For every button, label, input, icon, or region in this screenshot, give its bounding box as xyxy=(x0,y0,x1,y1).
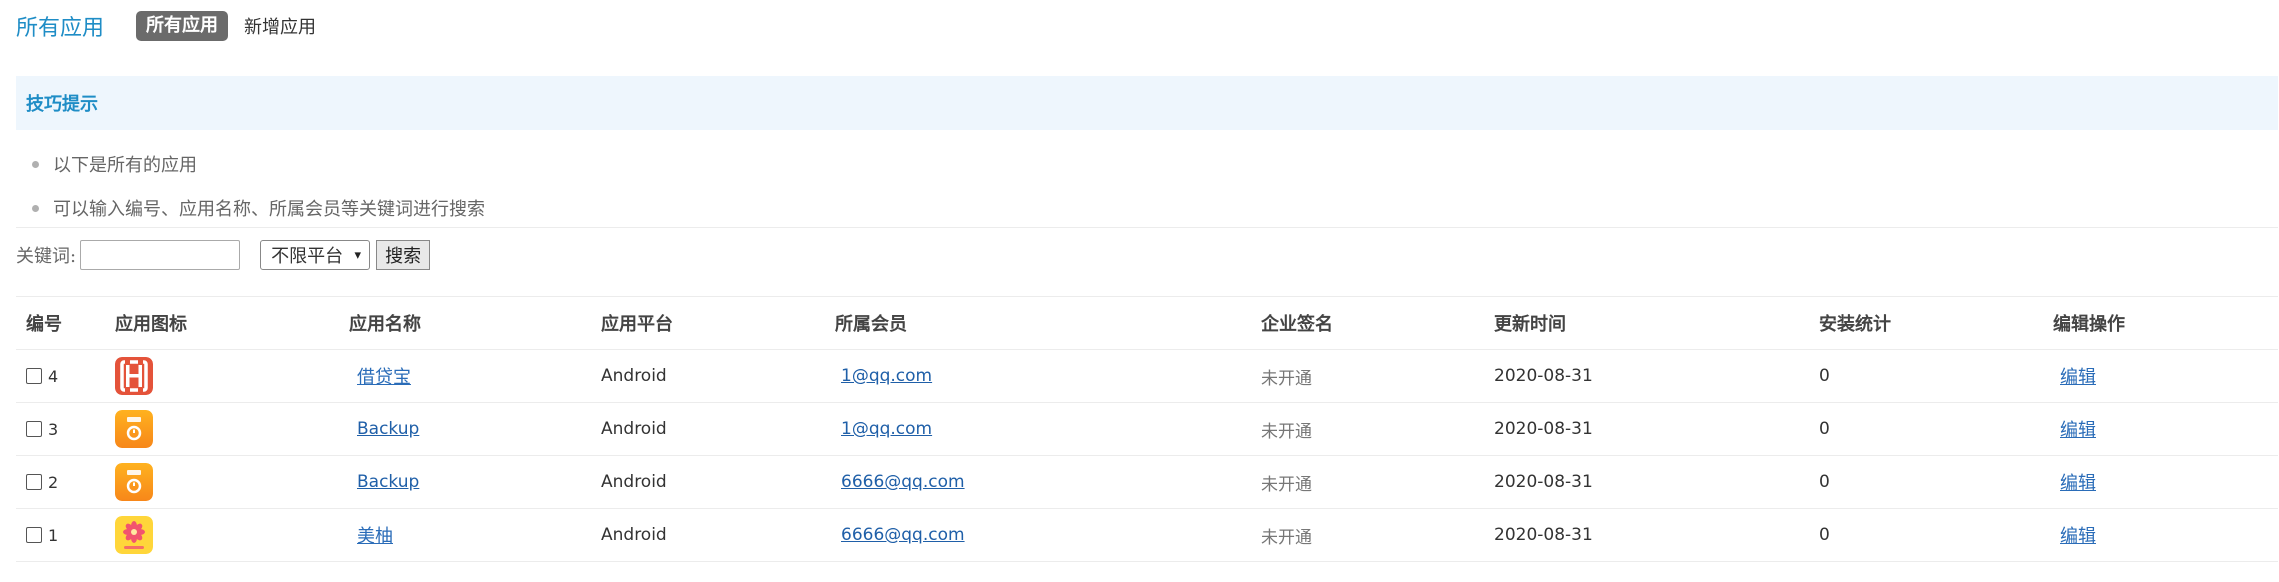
app-name-link[interactable]: Backup xyxy=(357,456,419,508)
app-name-link[interactable]: Backup xyxy=(357,403,419,455)
meiyou-icon xyxy=(115,516,153,554)
edit-link[interactable]: 编辑 xyxy=(2060,403,2096,455)
app-name-link[interactable]: 美柚 xyxy=(357,509,393,561)
tip-text: 可以输入编号、应用名称、所属会员等关键词进行搜索 xyxy=(53,199,485,220)
member-link[interactable]: 6666@qq.com xyxy=(841,456,965,508)
jiedaibao-icon xyxy=(115,357,153,395)
member-link[interactable]: 1@qq.com xyxy=(841,350,932,402)
app-icon-cell xyxy=(115,456,153,508)
tip-text: 以下是所有的应用 xyxy=(53,155,197,176)
row-id: 1 xyxy=(48,525,59,545)
column-header-installs: 安装统计 xyxy=(1819,314,1891,335)
tips-list: 以下是所有的应用 可以输入编号、应用名称、所属会员等关键词进行搜索 xyxy=(16,130,2278,228)
install-count: 0 xyxy=(1819,472,1830,492)
column-header-member: 所属会员 xyxy=(835,314,907,335)
column-header-name: 应用名称 xyxy=(349,314,421,335)
column-header-actions: 编辑操作 xyxy=(2053,314,2125,335)
search-label: 关键词: xyxy=(16,246,77,267)
tab-new-app[interactable]: 新增应用 xyxy=(244,13,316,39)
signature-status: 未开通 xyxy=(1261,527,1312,548)
row-select: 2 xyxy=(26,456,58,508)
tips-heading: 技巧提示 xyxy=(16,76,2278,130)
edit-link[interactable]: 编辑 xyxy=(2060,350,2096,402)
signature-status: 未开通 xyxy=(1261,474,1312,495)
signature-status: 未开通 xyxy=(1261,368,1312,389)
search-input[interactable] xyxy=(80,240,241,270)
app-platform: Android xyxy=(601,366,667,386)
install-count: 0 xyxy=(1819,366,1830,386)
page-title: 所有应用 xyxy=(16,16,105,41)
row-select: 1 xyxy=(26,509,58,561)
column-header-platform: 应用平台 xyxy=(601,314,673,335)
table-row: 1 美柚 Android 6666@qq.com 未开通 2020-08-31 … xyxy=(16,509,2278,562)
tab-all-apps[interactable]: 所有应用 xyxy=(136,11,229,41)
table-row: 3 Backup Android 1@qq.com 未开通 2020-08-31… xyxy=(16,403,2278,456)
updated-date: 2020-08-31 xyxy=(1494,525,1593,545)
row-id: 3 xyxy=(48,419,59,439)
member-link[interactable]: 1@qq.com xyxy=(841,403,932,455)
member-link[interactable]: 6666@qq.com xyxy=(841,509,965,561)
app-platform: Android xyxy=(601,525,667,545)
table-header: 编号 应用图标 应用名称 应用平台 所属会员 企业签名 更新时间 安装统计 编辑… xyxy=(16,297,2278,350)
app-platform: Android xyxy=(601,419,667,439)
edit-link[interactable]: 编辑 xyxy=(2060,509,2096,561)
updated-date: 2020-08-31 xyxy=(1494,472,1593,492)
install-count: 0 xyxy=(1819,525,1830,545)
tip-item: 可以输入编号、应用名称、所属会员等关键词进行搜索 xyxy=(16,186,2278,230)
tips-panel: 技巧提示 以下是所有的应用 可以输入编号、应用名称、所属会员等关键词进行搜索 xyxy=(16,76,2278,228)
backup-icon xyxy=(115,410,153,448)
search-bar: 关键词: 不限平台 ▾ 搜索 xyxy=(16,238,431,272)
chevron-down-icon: ▾ xyxy=(354,247,362,263)
row-id: 2 xyxy=(48,472,59,492)
row-checkbox[interactable] xyxy=(26,421,42,437)
column-header-id: 编号 xyxy=(26,314,62,335)
signature-status: 未开通 xyxy=(1261,421,1312,442)
column-header-signature: 企业签名 xyxy=(1261,314,1333,335)
apps-table: 编号 应用图标 应用名称 应用平台 所属会员 企业签名 更新时间 安装统计 编辑… xyxy=(16,297,2278,562)
search-button[interactable]: 搜索 xyxy=(376,240,431,270)
platform-select-value: 不限平台 xyxy=(271,246,344,267)
column-header-updated: 更新时间 xyxy=(1494,314,1566,335)
updated-date: 2020-08-31 xyxy=(1494,366,1593,386)
app-icon-cell xyxy=(115,509,153,561)
column-header-icon: 应用图标 xyxy=(115,314,187,335)
bullet-icon xyxy=(32,160,39,168)
header-bar: 所有应用 所有应用 新增应用 xyxy=(16,11,316,41)
row-id: 4 xyxy=(48,366,59,386)
app-name-link[interactable]: 借贷宝 xyxy=(357,350,411,402)
app-platform: Android xyxy=(601,472,667,492)
platform-select[interactable]: 不限平台 ▾ xyxy=(260,240,371,270)
table-row: 2 Backup Android 6666@qq.com 未开通 2020-08… xyxy=(16,456,2278,509)
row-checkbox[interactable] xyxy=(26,527,42,543)
bullet-icon xyxy=(32,204,39,212)
install-count: 0 xyxy=(1819,419,1830,439)
tip-item: 以下是所有的应用 xyxy=(16,142,2278,186)
backup-icon xyxy=(115,463,153,501)
updated-date: 2020-08-31 xyxy=(1494,419,1593,439)
app-icon-cell xyxy=(115,350,153,402)
edit-link[interactable]: 编辑 xyxy=(2060,456,2096,508)
row-checkbox[interactable] xyxy=(26,368,42,384)
table-row: 4 借贷宝 Android 1@qq.com 未开通 2020-08-31 0 … xyxy=(16,350,2278,403)
row-select: 4 xyxy=(26,350,58,402)
row-checkbox[interactable] xyxy=(26,474,42,490)
row-select: 3 xyxy=(26,403,58,455)
app-icon-cell xyxy=(115,403,153,455)
